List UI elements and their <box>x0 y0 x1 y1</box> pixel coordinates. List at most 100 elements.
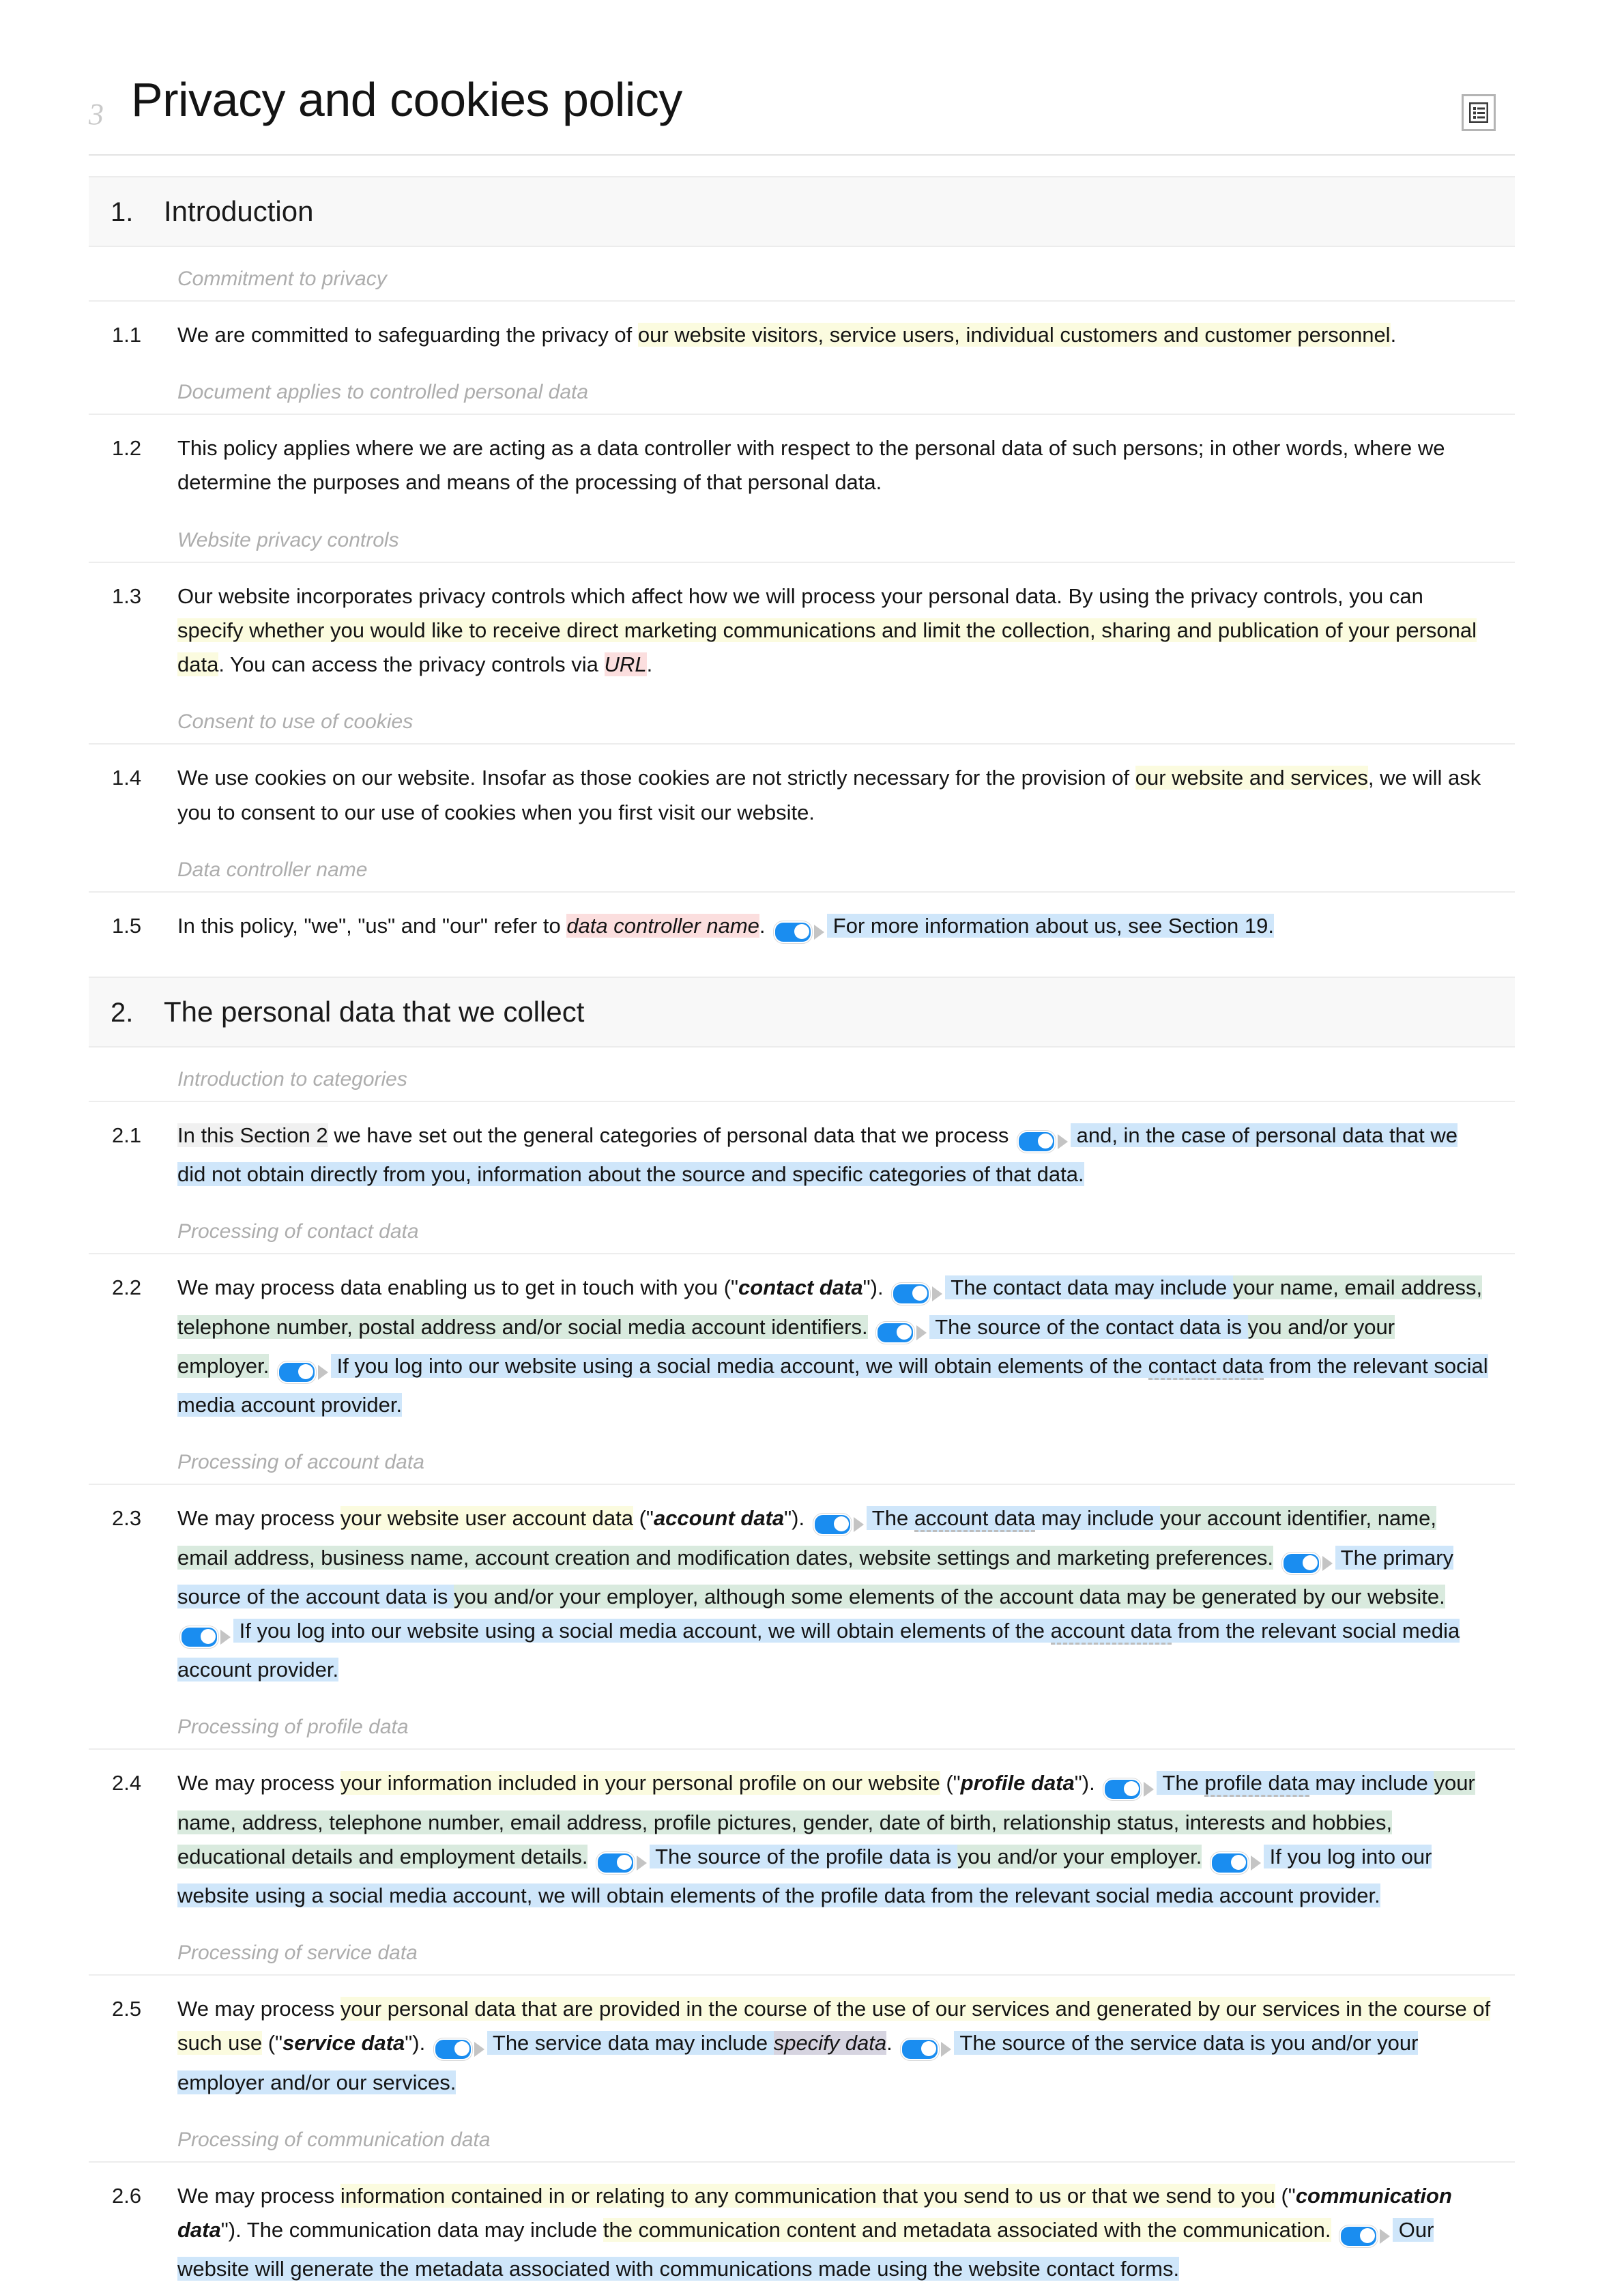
highlight-blue: For more information about us, see Secti… <box>827 913 1274 938</box>
text-run: This policy applies where we are acting … <box>177 436 1445 495</box>
highlight-green: you and/or your employer. <box>957 1844 1202 1868</box>
section-title: Introduction <box>164 195 314 227</box>
clause-number: 2.5 <box>112 1997 142 2021</box>
text-run: . <box>646 652 653 677</box>
text-run: "). The communication data may include <box>220 2218 603 2242</box>
highlight-yellow: information contained in or relating to … <box>340 2183 1275 2208</box>
text-run: . <box>759 913 772 938</box>
inline-toggle-switch[interactable] <box>1210 1845 1262 1879</box>
guidance-note: Processing of contact data <box>89 1200 1515 1255</box>
triangle-marker-icon <box>1380 2228 1391 2244</box>
toggle-track[interactable] <box>1017 1130 1056 1153</box>
toggle-track[interactable] <box>1281 1553 1320 1575</box>
triangle-marker-icon <box>637 1855 648 1871</box>
highlight-green: you and/or your employer, although some … <box>453 1584 1445 1608</box>
clause-text: We are committed to safeguarding the pri… <box>177 318 1491 352</box>
toggle-knob <box>794 923 810 939</box>
guidance-note: Document applies to controlled personal … <box>89 360 1515 416</box>
text-run: (" <box>262 2031 283 2055</box>
guidance-note: Processing of profile data <box>89 1695 1515 1750</box>
toggle-track[interactable] <box>278 1361 317 1383</box>
inline-toggle-switch[interactable] <box>1339 2218 1391 2252</box>
inline-toggle-switch[interactable] <box>180 1619 231 1653</box>
clause: 2.1 In this Section 2 we have set out the… <box>89 1102 1515 1200</box>
toggle-track[interactable] <box>1103 1778 1142 1801</box>
text-run: We may process <box>177 1506 340 1531</box>
triangle-marker-icon <box>941 2042 952 2058</box>
inline-toggle-switch[interactable] <box>774 914 825 948</box>
inline-toggle-switch[interactable] <box>813 1506 864 1540</box>
toggle-track[interactable] <box>774 921 813 943</box>
triangle-marker-icon <box>916 1325 927 1341</box>
clause-text: We may process data enabling us to get i… <box>177 1271 1491 1422</box>
section-number: 1. <box>111 197 134 227</box>
inline-toggle-switch[interactable] <box>1103 1771 1155 1805</box>
section-header: 1. Introduction <box>89 176 1515 247</box>
inline-toggle-switch[interactable] <box>278 1354 329 1388</box>
toggle-track[interactable] <box>876 1322 915 1344</box>
text-run: "). <box>862 1275 890 1300</box>
highlight-yellow: the communication content and metadata a… <box>603 2218 1331 2242</box>
highlight-yellow: your information included in your person… <box>340 1771 940 1795</box>
defined-term: contact data <box>738 1275 863 1300</box>
text-run: (" <box>940 1771 961 1795</box>
text-run <box>588 1845 594 1868</box>
defined-term: profile data <box>960 1771 1075 1795</box>
inline-toggle-switch[interactable] <box>433 2031 484 2065</box>
clause: 2.3 We may process your website user acco… <box>89 1485 1515 1695</box>
clause-number: 1.3 <box>112 583 142 608</box>
clause: 1.1 We are committed to safeguarding the … <box>89 302 1515 360</box>
toggle-track[interactable] <box>901 2038 940 2061</box>
toggle-knob <box>617 1854 633 1870</box>
guidance-note: Processing of communication data <box>89 2108 1515 2163</box>
clause-number: 1.4 <box>112 766 142 790</box>
document-list-icon[interactable] <box>1462 94 1496 131</box>
clause: 2.2 We may process data enabling us to ge… <box>89 1254 1515 1430</box>
defined-term: account data <box>653 1506 785 1531</box>
toggle-track[interactable] <box>180 1626 218 1648</box>
inline-toggle-switch[interactable] <box>901 2031 952 2065</box>
highlight-blue: The service data may include <box>487 2031 774 2055</box>
section-number: 2. <box>111 997 134 1028</box>
toggle-knob <box>912 1286 928 1301</box>
clause-number: 2.1 <box>112 1123 142 1147</box>
clause: 2.4 We may process your information inclu… <box>89 1750 1515 1921</box>
placeholder-field[interactable]: data controller name <box>566 913 759 938</box>
placeholder-field[interactable]: URL <box>604 652 647 677</box>
clause-text: We use cookies on our website. Insofar a… <box>177 761 1491 829</box>
text-run: (" <box>1275 2183 1296 2208</box>
toggle-track[interactable] <box>596 1851 635 1874</box>
defined-term: service data <box>282 2031 405 2055</box>
inline-toggle-switch[interactable] <box>1017 1123 1068 1157</box>
clause-number: 2.2 <box>112 1275 142 1300</box>
highlight-blue: may include <box>1309 1771 1434 1795</box>
toggle-track[interactable] <box>892 1283 931 1305</box>
text-run: "). <box>405 2031 431 2055</box>
inline-toggle-switch[interactable] <box>1281 1546 1333 1580</box>
clause-number: 1.2 <box>112 436 142 461</box>
toggle-track[interactable] <box>1210 1851 1249 1874</box>
highlight-blue: The source of the profile data is <box>650 1844 957 1868</box>
clause-text: We may process your information included… <box>177 1766 1491 1913</box>
toggle-knob <box>1231 1854 1247 1870</box>
text-run <box>1331 2218 1337 2242</box>
guidance-note: Data controller name <box>89 838 1515 893</box>
toggle-track[interactable] <box>813 1514 852 1536</box>
triangle-marker-icon <box>853 1517 864 1533</box>
text-run <box>1202 1845 1208 1868</box>
inline-toggle-switch[interactable] <box>876 1315 927 1349</box>
text-run: . <box>886 2031 899 2055</box>
toggle-track[interactable] <box>1339 2225 1378 2247</box>
placeholder-field[interactable]: specify data <box>773 2031 887 2055</box>
clause-text: In this Section 2 we have set out the ge… <box>177 1118 1491 1192</box>
toggle-knob <box>454 2041 469 2057</box>
clause: 2.5 We may process your personal data tha… <box>89 1976 1515 2108</box>
toggle-knob <box>1360 2227 1376 2243</box>
inline-toggle-switch[interactable] <box>596 1845 648 1879</box>
toggle-track[interactable] <box>433 2038 472 2061</box>
page-title: Privacy and cookies policy <box>131 73 682 126</box>
inline-toggle-switch[interactable] <box>892 1275 943 1310</box>
clause-text: This policy applies where we are acting … <box>177 431 1491 500</box>
toggle-knob <box>201 1628 216 1644</box>
text-run: We may process <box>177 1771 340 1795</box>
